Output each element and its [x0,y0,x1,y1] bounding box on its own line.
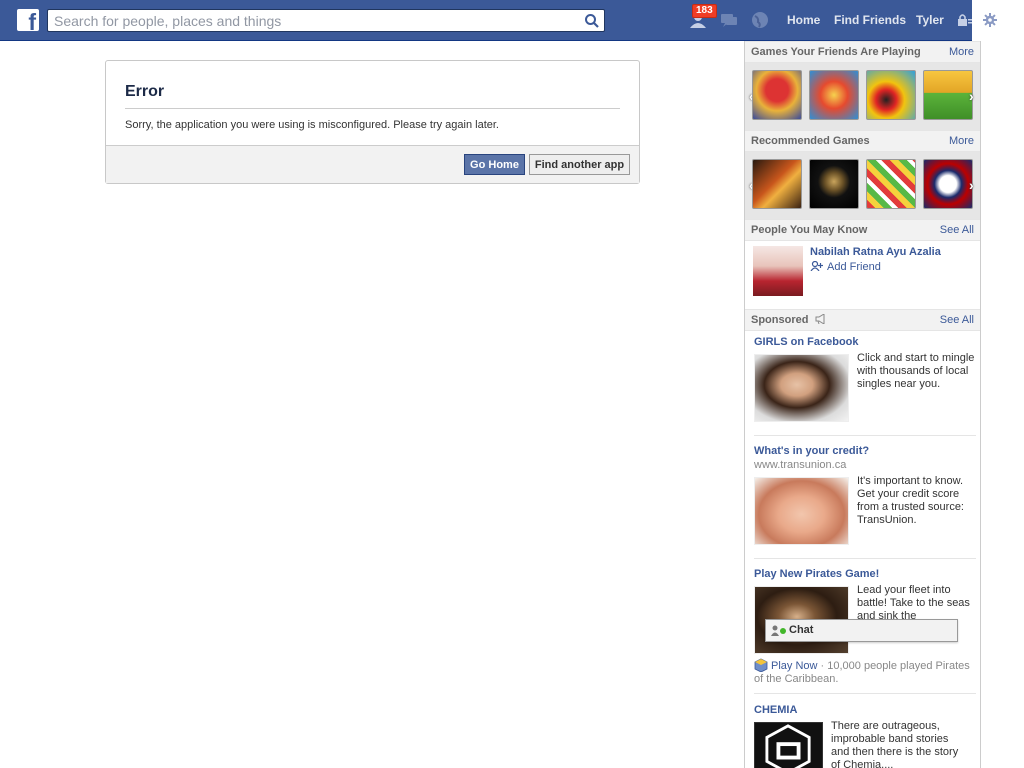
sponsored-see-all-link[interactable]: See All [940,314,974,326]
add-friend-link[interactable]: Add Friend [810,261,881,273]
chat-label: Chat [789,624,814,636]
notifications-globe-icon[interactable] [750,10,770,30]
recommended-games-carousel: ‹ › [745,152,980,219]
carousel-next-icon[interactable]: › [969,177,977,193]
games-friends-title: Games Your Friends Are Playing [751,46,921,58]
ad-divider [754,435,976,436]
find-another-app-button[interactable]: Find another app [529,154,630,175]
dialog-divider [125,108,620,109]
sponsored-ad[interactable]: What's in your credit? www.transunion.ca… [754,445,976,545]
recommended-games-more-link[interactable]: More [949,135,974,147]
game-thumbnail[interactable] [866,70,916,120]
person-name-link[interactable]: Nabilah Ratna Ayu Azalia [810,246,941,258]
play-now-link[interactable]: Play Now [771,660,817,672]
settings-gear-icon[interactable] [982,12,998,28]
nav-home-link[interactable]: Home [787,13,820,27]
ad-divider [754,558,976,559]
ad-title[interactable]: CHEMIA [754,704,976,716]
ad-divider [754,693,976,694]
sponsored-ad[interactable]: GIRLS on Facebook Click and start to min… [754,336,976,422]
recommended-games-header: Recommended Games More [745,130,980,152]
dialog-footer: Go Home Find another app [106,145,639,183]
sponsored-title: Sponsored [751,313,827,326]
nav-find-friends-link[interactable]: Find Friends [834,13,906,27]
chat-person-icon [771,625,779,636]
ad-body: It's important to know. Get your credit … [857,475,964,526]
ad-play-row: Play Now · 10,000 people played Pirates … [754,658,976,686]
ad-url: www.transunion.ca [754,459,847,471]
online-status-indicator [780,628,786,634]
top-bar: f 183 Home Find Friends Tyler [0,0,1024,41]
sponsored-ad[interactable]: Play New Pirates Game! Lead your fleet i… [754,568,976,685]
people-you-may-know-title: People You May Know [751,224,868,236]
ad-body: There are outrageous, improbable band st… [831,720,959,768]
right-sidebar: Games Your Friends Are Playing More ‹ › … [744,41,981,768]
ad-image[interactable] [754,477,849,545]
friends-games-carousel: ‹ › [745,63,980,130]
game-thumbnail[interactable] [923,70,973,120]
ad-title[interactable]: What's in your credit? [754,445,976,457]
game-thumbnail[interactable] [923,159,973,209]
game-thumbnail[interactable] [809,159,859,209]
megaphone-icon [815,313,825,325]
go-home-button[interactable]: Go Home [464,154,525,175]
chemia-logo-icon [765,724,811,768]
sponsored-ad[interactable]: CHEMIA There are outrageous, improbable … [754,704,976,768]
ad-body: Click and start to mingle with thousands… [857,352,975,390]
game-cube-icon [754,658,768,673]
game-thumbnail[interactable] [866,159,916,209]
top-bar-right-area [972,0,1024,41]
recommended-games-title: Recommended Games [751,135,870,147]
facebook-logo[interactable]: f [17,9,39,34]
error-dialog: Error Sorry, the application you were us… [105,60,640,184]
search-box[interactable] [47,9,605,32]
ad-image[interactable] [754,722,823,768]
ad-image[interactable] [754,354,849,422]
person-photo[interactable] [753,246,803,296]
people-you-may-know-see-all-link[interactable]: See All [940,224,974,236]
notification-count-badge: 183 [692,4,717,18]
dialog-title: Error [125,83,165,100]
games-friends-header: Games Your Friends Are Playing More [745,41,980,63]
dialog-message: Sorry, the application you were using is… [125,119,499,131]
carousel-next-icon[interactable]: › [969,88,977,104]
nav-profile-link[interactable]: Tyler [916,13,944,27]
messages-icon[interactable] [719,10,739,30]
games-friends-more-link[interactable]: More [949,46,974,58]
game-thumbnail[interactable] [752,70,802,120]
chat-bar[interactable]: Chat [765,619,958,642]
search-icon[interactable] [584,13,600,29]
add-friend-icon [810,261,823,271]
game-thumbnail[interactable] [752,159,802,209]
add-friend-label: Add Friend [827,261,881,273]
search-input[interactable] [48,10,568,31]
ad-title[interactable]: GIRLS on Facebook [754,336,976,348]
ad-body: Lead your fleet into battle! Take to the… [857,584,970,622]
sponsored-header: Sponsored See All [745,309,980,331]
people-you-may-know-header: People You May Know See All [745,219,980,241]
privacy-shortcuts-icon[interactable] [957,13,973,27]
ad-title[interactable]: Play New Pirates Game! [754,568,976,580]
game-thumbnail[interactable] [809,70,859,120]
